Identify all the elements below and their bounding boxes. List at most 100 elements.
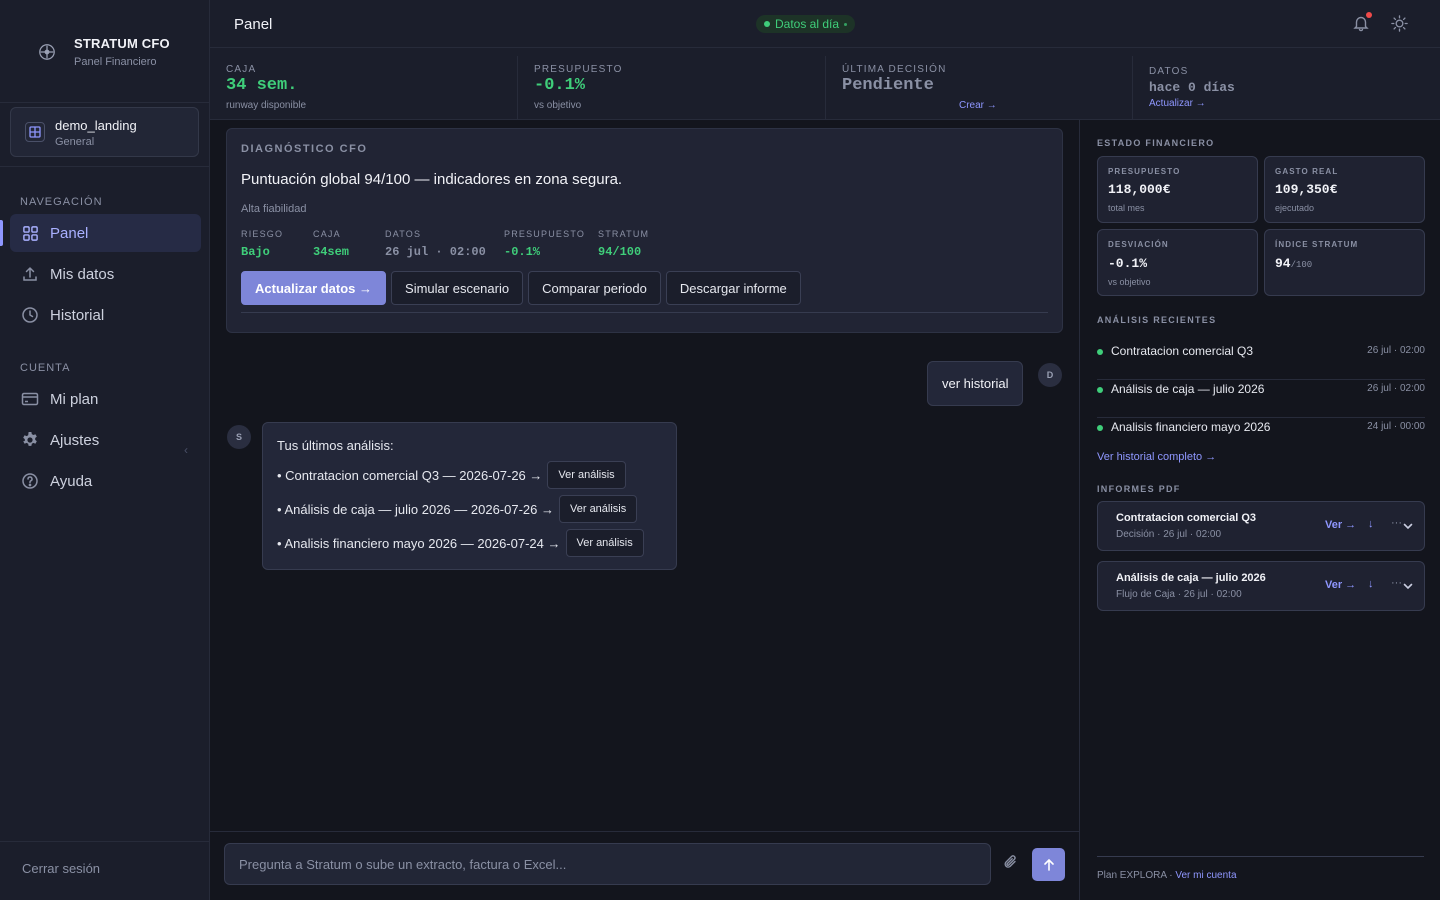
sidebar-item-label: Historial [50,306,105,324]
sidebar-item-label: Mi plan [50,390,99,408]
comparar-periodo-button[interactable]: Comparar periodo [528,271,661,305]
chat-input[interactable] [224,843,991,885]
sidebar-item-ajustes[interactable]: Ajustes [10,421,201,459]
compass-icon [39,44,55,60]
status-dot-icon [1097,425,1103,431]
ver-analisis-button[interactable]: Ver análisis [559,495,638,523]
estado-financiero-label: ESTADO FINANCIERO [1097,138,1215,148]
descargar-informe-button[interactable]: Descargar informe [665,271,801,305]
chat-input-bar [210,831,1079,900]
more-icon[interactable]: ··· [1391,577,1402,589]
kpi-datos: DATOS hace 0 días Actualizar → [1133,56,1440,120]
ver-mi-cuenta-link[interactable]: Ver mi cuenta [1175,870,1236,881]
kpi-caja: CAJA 34 sem. runway disponible [210,56,517,120]
download-icon[interactable]: ↓ [1368,578,1374,590]
metric-datos: DATOS 26 jul · 02:00 [385,229,486,259]
metric-label: CAJA [313,229,341,239]
ver-pdf-button[interactable]: Ver → [1325,579,1356,591]
status-dot-icon [764,21,770,27]
grid-icon [20,223,40,243]
metric-value: 94/100 [598,245,642,259]
diagnostico-card: DIAGNÓSTICO CFO Puntuación global 94/100… [226,128,1063,333]
kpi-ultima-decision: ÚLTIMA DECISIÓN Pendiente Crear → [826,56,1133,120]
ver-historial-link[interactable]: Ver historial completo → [1097,451,1216,463]
ver-analisis-button[interactable]: Ver análisis [565,529,644,557]
workspace-name: demo_landing [55,118,137,133]
paperclip-icon[interactable] [1003,853,1019,871]
user-message: ver historial [927,361,1024,406]
send-button[interactable] [1032,848,1065,881]
status-text: Datos al día [775,17,840,31]
informes-pdf-label: INFORMES PDF [1097,484,1181,494]
card-sub: total mes [1108,203,1145,213]
pdf-report: Contratacion comercial Q3 Decisión · 26 … [1097,501,1425,551]
card-label: ÍNDICE STRATUM [1275,240,1359,249]
simular-escenario-button[interactable]: Simular escenario [391,271,524,305]
metric-riesgo: RIESGO Bajo [241,229,283,259]
brand: STRATUM CFO Panel Financiero [0,0,209,103]
card-value: -0.1% [1108,256,1148,271]
ver-analisis-button[interactable]: Ver análisis [547,461,626,489]
plan-text: Plan EXPLORA · [1097,870,1176,881]
ver-pdf-button[interactable]: Ver → [1325,519,1356,531]
recent-time: 24 jul · 00:00 [1367,421,1425,432]
bot-message: Tus últimos análisis: • Contratacion com… [262,422,677,570]
card-label: DESVIACIÓN [1108,240,1169,249]
list-item[interactable]: Análisis de caja — julio 2026 26 jul · 0… [1097,380,1425,418]
collapse-sidebar-icon[interactable]: ‹ [184,443,188,457]
sidebar-item-ayuda[interactable]: Ayuda [10,462,201,500]
kpi-sub: vs objetivo [534,100,582,111]
card-label: PRESUPUESTO [1108,167,1181,176]
actualizar-datos-link[interactable]: Actualizar → [1149,98,1206,109]
main-content: DIAGNÓSTICO CFO Puntuación global 94/100… [210,120,1079,831]
chevron-down-icon[interactable] [1402,580,1414,592]
metric-presupuesto: PRESUPUESTO -0.1% [504,229,585,259]
diagnostico-actions: Actualizar datos → Simular escenario Com… [241,271,801,305]
recent-time: 26 jul · 02:00 [1367,345,1425,356]
analysis-item-text: • Contratacion comercial Q3 — 2026-07-26… [277,467,543,483]
sidebar-item-mi-plan[interactable]: Mi plan [10,380,201,418]
status-badge: Datos al día [756,15,856,33]
brand-subtitle: Panel Financiero [74,56,157,68]
kpi-value: -0.1% [534,76,586,95]
sidebar-item-panel[interactable]: Panel [10,214,201,252]
workspace-switcher[interactable]: demo_landing General [10,107,199,157]
sun-icon[interactable] [1390,14,1409,33]
metric-caja: CAJA 34sem [313,229,349,259]
grid-icon [25,122,45,142]
account-section-label: CUENTA [20,362,71,374]
sidebar-item-historial[interactable]: Historial [10,296,201,334]
sidebar-divider [0,166,209,167]
crear-decision-link[interactable]: Crear → [959,100,997,111]
recent-name: Analisis financiero mayo 2026 [1111,420,1271,434]
gear-icon [20,430,40,450]
sidebar-item-label: Ayuda [50,472,93,490]
more-icon[interactable]: ··· [1391,517,1402,529]
sidebar-item-label: Panel [50,224,89,242]
download-icon[interactable]: ↓ [1368,518,1374,530]
pdf-report: Análisis de caja — julio 2026 Flujo de C… [1097,561,1425,611]
kpi-label: PRESUPUESTO [534,64,623,75]
metric-value: 26 jul · 02:00 [385,245,486,259]
workspace-subtitle: General [55,136,95,148]
card-value: 118,000€ [1108,182,1171,197]
list-item[interactable]: Contratacion comercial Q3 26 jul · 02:00 [1097,342,1425,380]
right-panel: ESTADO FINANCIERO PRESUPUESTO 118,000€ t… [1079,120,1440,900]
logout-link[interactable]: Cerrar sesión [22,861,100,876]
list-item: • Analisis financiero mayo 2026 — 2026-0… [277,529,644,557]
sidebar-item-label: Mis datos [50,265,115,283]
sidebar-item-mis-datos[interactable]: Mis datos [10,255,201,293]
sidebar-item-label: Ajustes [50,431,100,449]
metric-label: STRATUM [598,229,650,239]
card-indice-stratum: ÍNDICE STRATUM 94/100 [1264,229,1425,296]
chevron-down-icon[interactable] [1402,520,1414,532]
actualizar-datos-button[interactable]: Actualizar datos → [241,271,387,305]
plan-footer: Plan EXPLORA · Ver mi cuenta [1097,870,1237,881]
metric-label: DATOS [385,229,422,239]
diagnostico-label: DIAGNÓSTICO CFO [241,143,368,155]
recent-name: Contratacion comercial Q3 [1111,344,1254,358]
analysis-item-text: • Análisis de caja — julio 2026 — 2026-0… [277,501,554,517]
indice-value: 94 [1275,256,1291,271]
metric-value: -0.1% [504,245,541,259]
kpi-strip: CAJA 34 sem. runway disponible PRESUPUES… [210,48,1440,120]
